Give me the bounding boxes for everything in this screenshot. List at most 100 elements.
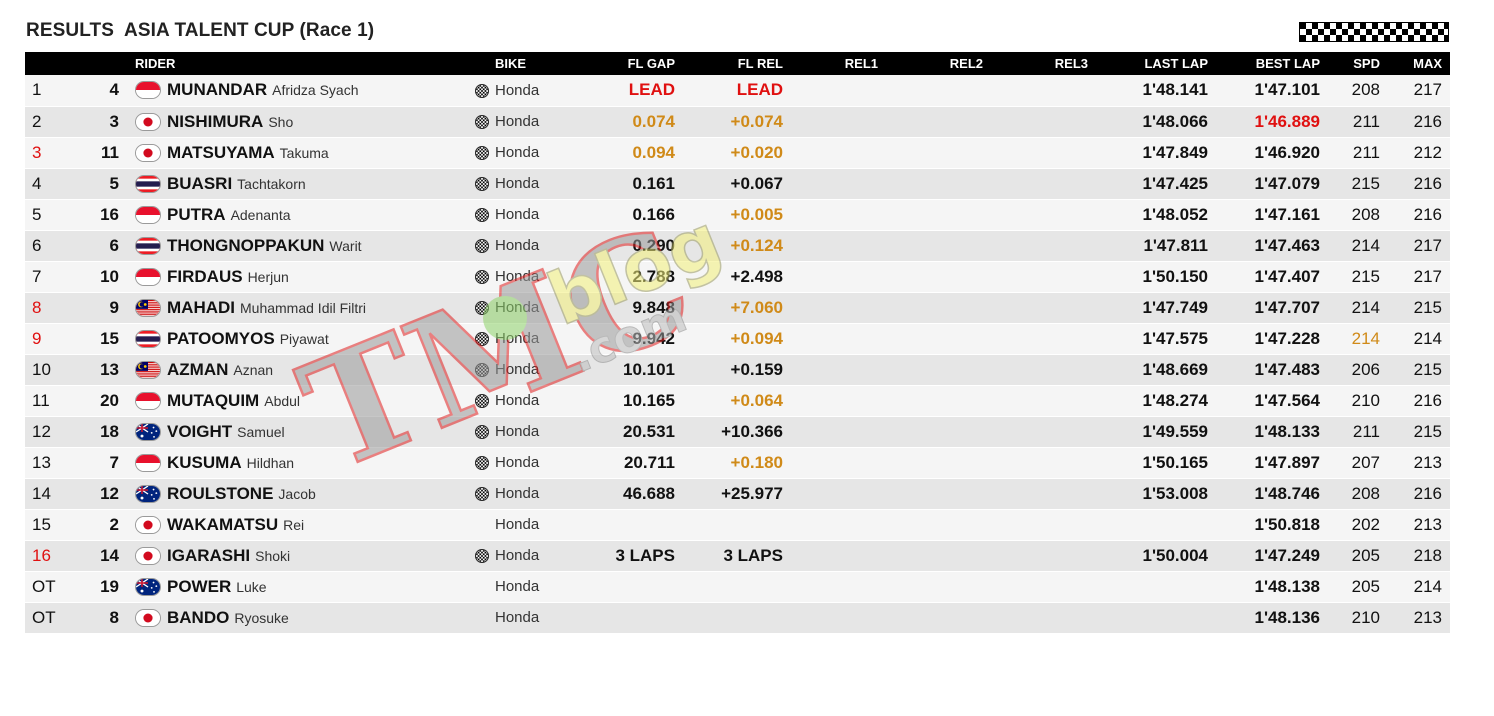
rider-surname[interactable]: MUTAQUIM	[167, 391, 259, 411]
rider-cell[interactable]: PUTRA Adenanta	[135, 198, 475, 230]
col-rel3[interactable]: REL3	[991, 52, 1096, 75]
rider-surname[interactable]: BANDO	[167, 608, 229, 628]
rider-cell[interactable]: MAHADI Muhammad Idil Filtri	[135, 291, 475, 323]
checkered-flag-icon	[475, 394, 489, 409]
rider-cell[interactable]: POWER Luke	[135, 570, 475, 602]
rider-cell[interactable]: MUNANDAR Afridza Syach	[135, 75, 475, 106]
finish-cell	[475, 446, 495, 478]
title-main: RESULTS ASIA TALENT CUP	[26, 20, 295, 41]
table-row[interactable]: 10 13 AZMAN Aznan Honda 10.101 +0.159 1'48.669 1…	[25, 353, 1450, 385]
fl-rel-cell: +0.124	[683, 229, 791, 261]
fl-rel-cell: +7.060	[683, 291, 791, 323]
rider-surname[interactable]: MAHADI	[167, 298, 235, 318]
rider-cell[interactable]: MUTAQUIM Abdul	[135, 384, 475, 416]
table-row[interactable]: 11 20 MUTAQUIM Abdul Honda 10.165 +0.064 1'48.2…	[25, 384, 1450, 416]
bike-cell: Honda	[495, 446, 575, 478]
best-lap-cell: 1'47.707	[1216, 291, 1328, 323]
table-row[interactable]: 13 7 KUSUMA Hildhan Honda 20.711 +0.180 1'50.16…	[25, 446, 1450, 478]
rider-cell[interactable]: WAKAMATSU Rei	[135, 508, 475, 540]
col-last-lap[interactable]: LAST LAP	[1096, 52, 1216, 75]
rel1-cell	[791, 105, 886, 137]
table-row[interactable]: 5 16 PUTRA Adenanta Honda 0.166 +0.005 1'48.052…	[25, 198, 1450, 230]
col-rel1[interactable]: REL1	[791, 52, 886, 75]
rider-cell[interactable]: BUASRI Tachtakorn	[135, 167, 475, 199]
rel2-cell	[886, 75, 991, 106]
table-row[interactable]: 15 2 WAKAMATSU Rei Honda 1'50.818 202 213	[25, 508, 1450, 540]
rider-surname[interactable]: POWER	[167, 577, 231, 597]
fl-gap-cell: 0.074	[575, 105, 683, 137]
rider-surname[interactable]: WAKAMATSU	[167, 515, 278, 535]
col-fl-rel[interactable]: FL REL	[683, 52, 791, 75]
japan-flag-icon	[135, 546, 161, 565]
rel1-cell	[791, 322, 886, 354]
fl-rel-cell: +0.005	[683, 198, 791, 230]
rider-cell[interactable]: KUSUMA Hildhan	[135, 446, 475, 478]
last-lap-cell: 1'50.004	[1096, 539, 1216, 571]
rider-surname[interactable]: PATOOMYOS	[167, 329, 275, 349]
table-header: RIDER BIKE FL GAP FL REL REL1 REL2 REL3 …	[25, 52, 1450, 75]
table-row[interactable]: 16 14 IGARASHI Shoki Honda 3 LAPS 3 LAPS 1'50.0…	[25, 539, 1450, 571]
speed-cell: 206	[1328, 353, 1388, 385]
rider-cell[interactable]: FIRDAUS Herjun	[135, 260, 475, 292]
rider-cell[interactable]: VOIGHT Samuel	[135, 415, 475, 447]
table-row[interactable]: 12 18 VOIGHT Samuel Honda 20.531 +10.366 1'49.5…	[25, 415, 1450, 447]
rider-surname[interactable]: NISHIMURA	[167, 112, 263, 132]
bike-cell: Honda	[495, 539, 575, 571]
table-row[interactable]: 14 12 ROULSTONE Jacob Honda 46.688 +25.977 1'53…	[25, 477, 1450, 509]
table-row[interactable]: OT 8 BANDO Ryosuke Honda 1'48.136 210 213	[25, 601, 1450, 633]
rider-surname[interactable]: THONGNOPPAKUN	[167, 236, 324, 256]
table-row[interactable]: 4 5 BUASRI Tachtakorn Honda 0.161 +0.067 1'47.4…	[25, 167, 1450, 199]
position-cell: 3	[25, 136, 85, 168]
position-cell: 9	[25, 322, 85, 354]
table-row[interactable]: 1 4 MUNANDAR Afridza Syach Honda LEAD LEAD 1'48…	[25, 75, 1450, 106]
rider-cell[interactable]: NISHIMURA Sho	[135, 105, 475, 137]
rider-cell[interactable]: IGARASHI Shoki	[135, 539, 475, 571]
rider-cell[interactable]: THONGNOPPAKUN Warit	[135, 229, 475, 261]
col-max[interactable]: MAX	[1388, 52, 1450, 75]
speed-cell: 208	[1328, 477, 1388, 509]
rider-surname[interactable]: PUTRA	[167, 205, 226, 225]
col-num	[85, 52, 135, 75]
col-rider[interactable]: RIDER	[135, 52, 475, 75]
position-cell: 4	[25, 167, 85, 199]
table-row[interactable]: 6 6 THONGNOPPAKUN Warit Honda 0.290 +0.124 1'47…	[25, 229, 1450, 261]
rider-surname[interactable]: VOIGHT	[167, 422, 232, 442]
rider-cell[interactable]: PATOOMYOS Piyawat	[135, 322, 475, 354]
max-speed-cell: 213	[1388, 601, 1450, 633]
rider-cell[interactable]: BANDO Ryosuke	[135, 601, 475, 633]
rider-surname[interactable]: MATSUYAMA	[167, 143, 275, 163]
rel3-cell	[991, 291, 1096, 323]
rider-surname[interactable]: MUNANDAR	[167, 80, 267, 100]
col-fl-gap[interactable]: FL GAP	[575, 52, 683, 75]
rider-cell[interactable]: MATSUYAMA Takuma	[135, 136, 475, 168]
rider-cell[interactable]: AZMAN Aznan	[135, 353, 475, 385]
rider-surname[interactable]: ROULSTONE	[167, 484, 273, 504]
table-row[interactable]: 3 11 MATSUYAMA Takuma Honda 0.094 +0.020 1'47.8…	[25, 136, 1450, 168]
rider-surname[interactable]: FIRDAUS	[167, 267, 243, 287]
rider-given-name: Shoki	[255, 547, 291, 564]
col-best-lap[interactable]: BEST LAP	[1216, 52, 1328, 75]
rider-given-name: Luke	[236, 578, 267, 595]
rider-surname[interactable]: BUASRI	[167, 174, 232, 194]
table-row[interactable]: 9 15 PATOOMYOS Piyawat Honda 9.942 +0.094 1'47.…	[25, 322, 1450, 354]
best-lap-cell: 1'47.079	[1216, 167, 1328, 199]
col-bike[interactable]: BIKE	[495, 52, 575, 75]
position-cell: 10	[25, 353, 85, 385]
rel1-cell	[791, 446, 886, 478]
rider-surname[interactable]: IGARASHI	[167, 546, 250, 566]
col-spd[interactable]: SPD	[1328, 52, 1388, 75]
col-rel2[interactable]: REL2	[886, 52, 991, 75]
rider-surname[interactable]: AZMAN	[167, 360, 228, 380]
bike-cell: Honda	[495, 81, 540, 99]
finish-cell	[475, 539, 495, 571]
rider-surname[interactable]: KUSUMA	[167, 453, 242, 473]
japan-flag-icon	[135, 515, 161, 534]
table-row[interactable]: 8 9 MAHADI Muhammad Idil Filtri Honda 9.848 +7…	[25, 291, 1450, 323]
speed-cell: 211	[1328, 105, 1388, 137]
rel1-cell	[791, 167, 886, 199]
table-row[interactable]: 7 10 FIRDAUS Herjun Honda 2.788 +2.498 1'50.150…	[25, 260, 1450, 292]
max-speed-cell: 216	[1388, 198, 1450, 230]
table-row[interactable]: OT 19 POWER Luke Honda 1'48.138 205 214	[25, 570, 1450, 602]
table-row[interactable]: 2 3 NISHIMURA Sho Honda 0.074 +0.074 1'48.066 1'…	[25, 105, 1450, 137]
rider-cell[interactable]: ROULSTONE Jacob	[135, 477, 475, 509]
